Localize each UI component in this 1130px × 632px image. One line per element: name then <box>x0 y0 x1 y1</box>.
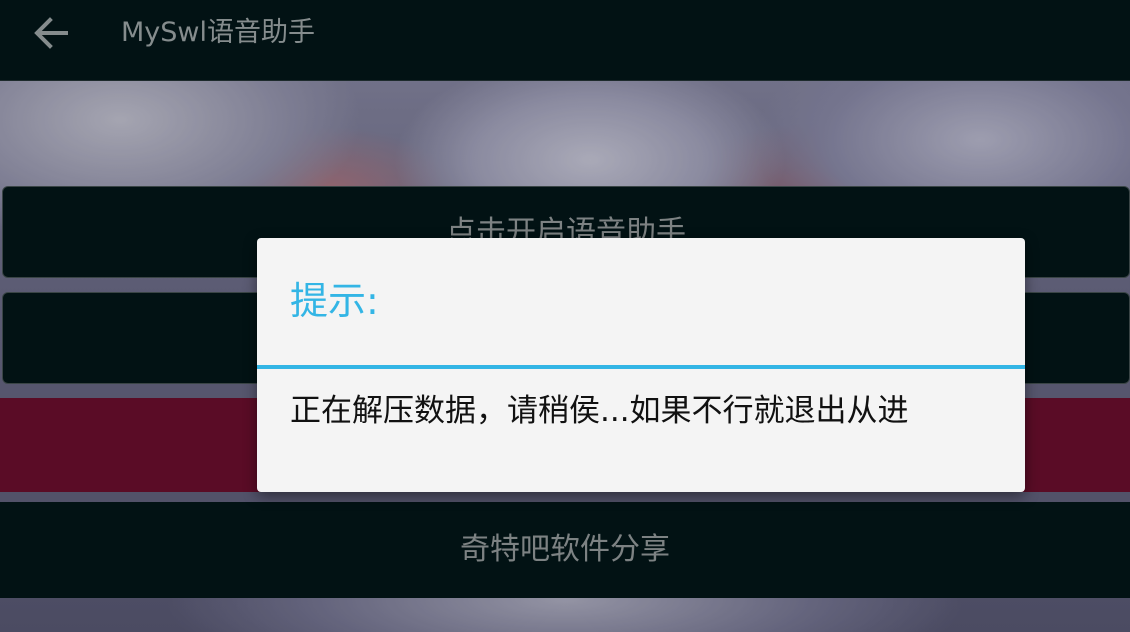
software-share-button[interactable]: 奇特吧软件分享 <box>0 502 1130 598</box>
progress-dialog: 提示: 正在解压数据，请稍侯...如果不行就退出从进 <box>257 238 1025 492</box>
arrow-left-icon <box>34 17 68 49</box>
dialog-message: 正在解压数据，请稍侯...如果不行就退出从进 <box>290 393 909 429</box>
app-screen: MySwl语音助手 点击开启语音助手 奇特吧软件分享 提示: 正在解压数据，请稍… <box>0 0 1130 632</box>
back-button[interactable] <box>22 8 80 58</box>
toolbar: MySwl语音助手 <box>0 0 1130 80</box>
dialog-title: 提示: <box>290 279 379 323</box>
app-title: MySwl语音助手 <box>121 17 315 48</box>
dialog-divider <box>257 365 1025 369</box>
